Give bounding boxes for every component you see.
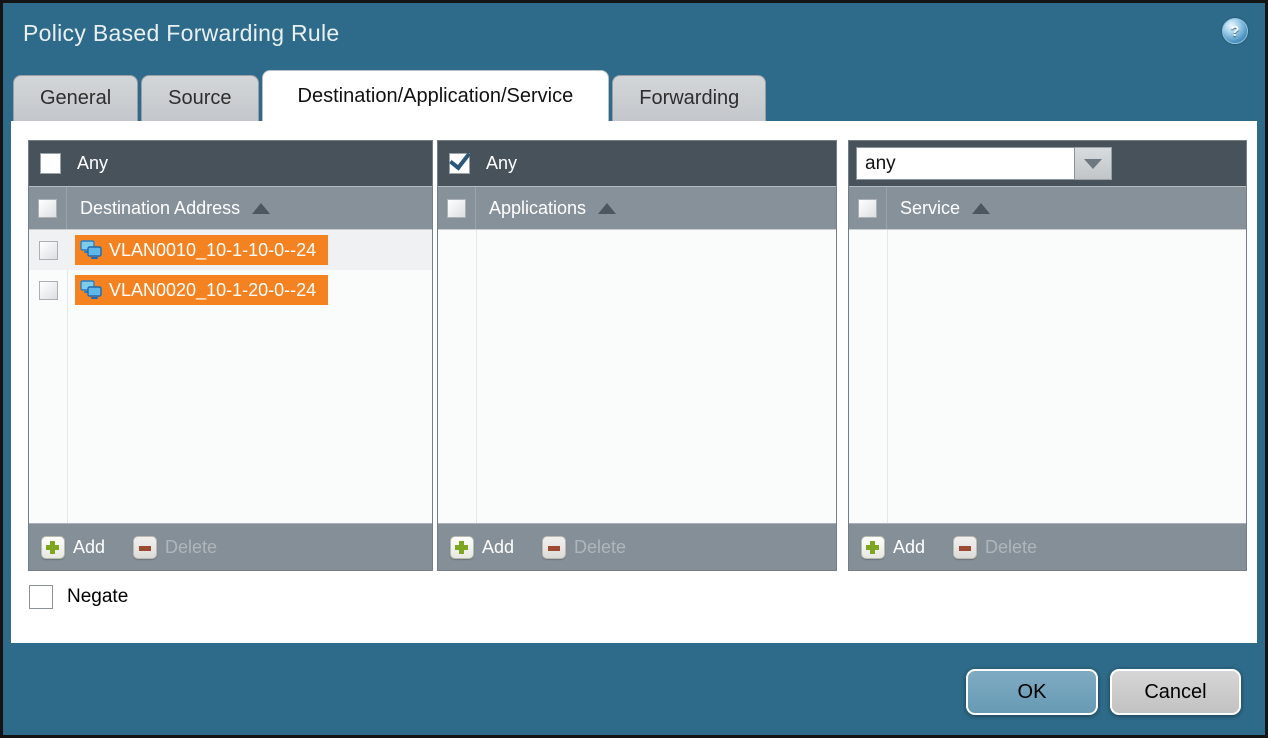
- negate-checkbox-group[interactable]: Negate: [29, 585, 128, 609]
- service-select-all-checkbox[interactable]: [858, 199, 877, 218]
- sort-asc-icon: [598, 203, 616, 214]
- delete-label: Delete: [165, 537, 217, 558]
- network-address-icon: [79, 239, 103, 261]
- add-label: Add: [73, 537, 105, 558]
- table-row[interactable]: VLAN0010_10-1-10-0--24: [29, 230, 432, 270]
- destination-list: VLAN0010_10-1-10-0--24: [29, 230, 432, 523]
- tab-forwarding[interactable]: Forwarding: [612, 75, 766, 121]
- sort-asc-icon: [252, 203, 270, 214]
- service-mode-dropdown[interactable]: any: [856, 147, 1112, 180]
- address-object-vlan0010[interactable]: VLAN0010_10-1-10-0--24: [75, 235, 328, 265]
- dropdown-button[interactable]: [1075, 147, 1112, 180]
- dialog-title: Policy Based Forwarding Rule: [23, 20, 340, 47]
- service-toolbar: Add Delete: [849, 523, 1246, 570]
- address-object-label: VLAN0010_10-1-10-0--24: [109, 240, 316, 261]
- destination-select-all-cell: [29, 187, 67, 229]
- minus-icon: [953, 536, 977, 559]
- add-label: Add: [482, 537, 514, 558]
- policy-based-forwarding-dialog: Policy Based Forwarding Rule ? General S…: [0, 0, 1268, 738]
- plus-icon: [41, 536, 65, 559]
- panel-group: Any Destination Address: [28, 140, 1247, 571]
- destination-any-checkbox[interactable]: [40, 153, 61, 174]
- minus-icon: [542, 536, 566, 559]
- table-row[interactable]: VLAN0020_10-1-20-0--24: [29, 270, 432, 310]
- tab-bar: General Source Destination/Application/S…: [13, 70, 766, 121]
- row-checkbox-cell: [29, 281, 67, 300]
- row-checkbox[interactable]: [39, 241, 58, 260]
- minus-icon: [133, 536, 157, 559]
- tab-content: Any Destination Address: [11, 121, 1257, 643]
- ok-button[interactable]: OK: [966, 669, 1098, 715]
- applications-panel: Any Applications Add: [437, 140, 837, 571]
- question-mark-glyph: ?: [1230, 23, 1239, 40]
- destination-any-label: Any: [77, 153, 108, 174]
- applications-any-row: Any: [438, 141, 836, 186]
- destination-column-header[interactable]: Destination Address: [29, 186, 432, 230]
- service-list: [849, 230, 1246, 523]
- service-dropdown-value: any: [856, 147, 1075, 180]
- destination-column-label: Destination Address: [80, 198, 240, 219]
- network-address-icon: [79, 279, 103, 301]
- applications-column-header[interactable]: Applications: [438, 186, 836, 230]
- applications-select-all-cell: [438, 187, 476, 229]
- sort-asc-icon: [972, 203, 990, 214]
- tab-source[interactable]: Source: [141, 75, 258, 121]
- negate-checkbox[interactable]: [29, 585, 53, 609]
- applications-any-checkbox[interactable]: [449, 153, 470, 174]
- negate-label: Negate: [67, 586, 128, 608]
- destination-select-all-checkbox[interactable]: [38, 199, 57, 218]
- applications-column-label: Applications: [489, 198, 586, 219]
- address-object-label: VLAN0020_10-1-20-0--24: [109, 280, 316, 301]
- chevron-down-icon: [1084, 159, 1102, 169]
- delete-button[interactable]: Delete: [953, 536, 1037, 559]
- delete-label: Delete: [985, 537, 1037, 558]
- add-label: Add: [893, 537, 925, 558]
- applications-list: [438, 230, 836, 523]
- service-select-all-cell: [849, 187, 887, 229]
- applications-any-label: Any: [486, 153, 517, 174]
- add-button[interactable]: Add: [41, 536, 105, 559]
- service-column-header[interactable]: Service: [849, 186, 1246, 230]
- address-object-vlan0020[interactable]: VLAN0020_10-1-20-0--24: [75, 275, 328, 305]
- tab-destination-application-service[interactable]: Destination/Application/Service: [262, 70, 610, 121]
- plus-icon: [450, 536, 474, 559]
- service-panel: any Service: [848, 140, 1247, 571]
- delete-button[interactable]: Delete: [133, 536, 217, 559]
- service-column-label: Service: [900, 198, 960, 219]
- tab-general[interactable]: General: [13, 75, 138, 121]
- destination-toolbar: Add Delete: [29, 523, 432, 570]
- column-divider: [887, 230, 888, 523]
- row-checkbox[interactable]: [39, 281, 58, 300]
- destination-address-panel: Any Destination Address: [28, 140, 433, 571]
- delete-button[interactable]: Delete: [542, 536, 626, 559]
- help-icon[interactable]: ?: [1222, 18, 1248, 44]
- add-button[interactable]: Add: [861, 536, 925, 559]
- add-button[interactable]: Add: [450, 536, 514, 559]
- applications-toolbar: Add Delete: [438, 523, 836, 570]
- destination-any-row: Any: [29, 141, 432, 186]
- delete-label: Delete: [574, 537, 626, 558]
- column-divider: [476, 230, 477, 523]
- row-checkbox-cell: [29, 241, 67, 260]
- applications-select-all-checkbox[interactable]: [447, 199, 466, 218]
- plus-icon: [861, 536, 885, 559]
- cancel-button[interactable]: Cancel: [1110, 669, 1241, 715]
- service-dropdown-row: any: [849, 141, 1246, 186]
